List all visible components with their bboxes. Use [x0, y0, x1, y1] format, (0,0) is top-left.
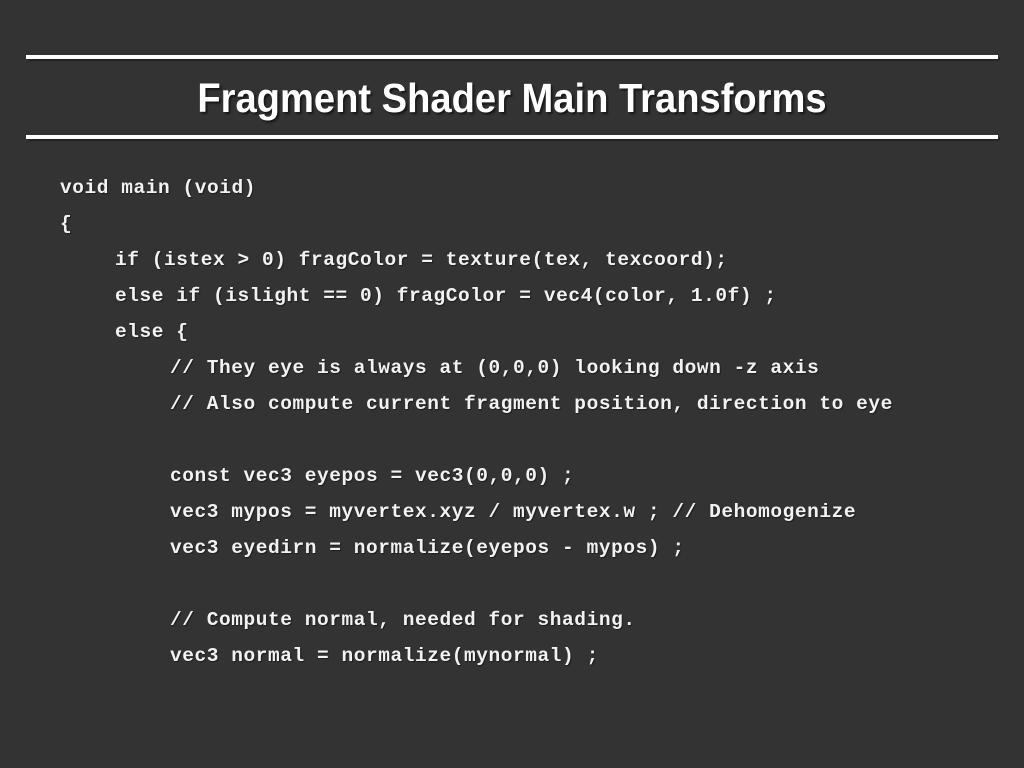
title-rule-top	[26, 55, 998, 59]
code-line: vec3 eyedirn = normalize(eyepos - mypos)…	[170, 537, 685, 559]
title-rule-bottom	[26, 135, 998, 139]
slide: Fragment Shader Main Transforms void mai…	[0, 0, 1024, 768]
code-line: vec3 mypos = myvertex.xyz / myvertex.w ;…	[170, 501, 857, 523]
code-line: else {	[115, 321, 189, 343]
code-line: if (istex > 0) fragColor = texture(tex, …	[115, 249, 728, 271]
code-line: else if (islight == 0) fragColor = vec4(…	[115, 285, 777, 307]
page-title: Fragment Shader Main Transforms	[197, 75, 827, 121]
code-line: {	[60, 213, 73, 235]
code-line: vec3 normal = normalize(mynormal) ;	[170, 645, 599, 667]
code-line: // Also compute current fragment positio…	[170, 393, 893, 415]
code-line: // They eye is always at (0,0,0) looking…	[170, 357, 820, 379]
code-line: void main (void)	[60, 177, 257, 199]
code-block: void main (void) { if (istex > 0) fragColo…	[60, 170, 1010, 674]
code-line: // Compute normal, needed for shading.	[170, 609, 636, 631]
code-line: const vec3 eyepos = vec3(0,0,0) ;	[170, 465, 575, 487]
